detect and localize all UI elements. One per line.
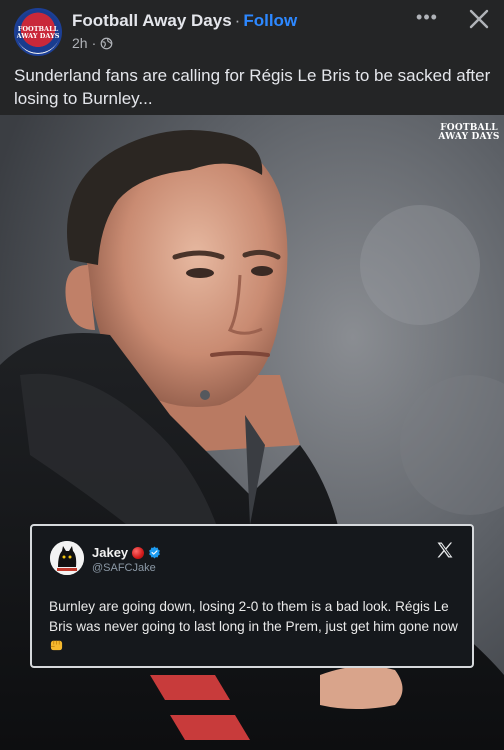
page-avatar[interactable]: FOOTBALL AWAY DAYS bbox=[14, 8, 62, 56]
name-separator: · bbox=[234, 11, 241, 30]
post-header: FOOTBALL AWAY DAYS Football Away Days · Fo… bbox=[0, 0, 504, 58]
page-name-row: Football Away Days · Follow bbox=[72, 11, 297, 31]
follow-button[interactable]: Follow bbox=[243, 11, 297, 30]
post-caption: Sunderland fans are calling for Régis Le… bbox=[14, 66, 491, 108]
globe-icon bbox=[100, 37, 113, 49]
tweet-name-row: Jakey bbox=[92, 545, 161, 560]
page-name-link[interactable]: Football Away Days bbox=[72, 11, 232, 30]
cat-icon bbox=[50, 541, 84, 575]
tweet-handle[interactable]: @SAFCJake bbox=[92, 562, 156, 574]
tweet-author-name[interactable]: Jakey bbox=[92, 545, 128, 560]
fist-icon bbox=[50, 640, 63, 651]
post-meta: 2h · bbox=[72, 35, 113, 51]
post-time[interactable]: 2h bbox=[72, 35, 88, 51]
watermark-logo: FOOTBALL AWAY DAYS bbox=[438, 123, 500, 142]
more-options-icon[interactable]: ••• bbox=[412, 8, 442, 30]
x-logo-icon[interactable] bbox=[435, 540, 455, 560]
tweet-body: Burnley are going down, losing 2-0 to th… bbox=[49, 599, 458, 634]
tweet-text: Burnley are going down, losing 2-0 to th… bbox=[49, 597, 461, 656]
verified-icon bbox=[149, 546, 161, 559]
tweet-avatar bbox=[50, 541, 84, 575]
red-dot-icon bbox=[132, 546, 145, 559]
avatar-logo-text: FOOTBALL AWAY DAYS bbox=[16, 25, 60, 40]
close-icon[interactable] bbox=[462, 4, 494, 36]
meta-dot: · bbox=[91, 35, 97, 51]
tweet-card: Jakey @SAFCJake Burnley are going down, … bbox=[30, 524, 474, 668]
